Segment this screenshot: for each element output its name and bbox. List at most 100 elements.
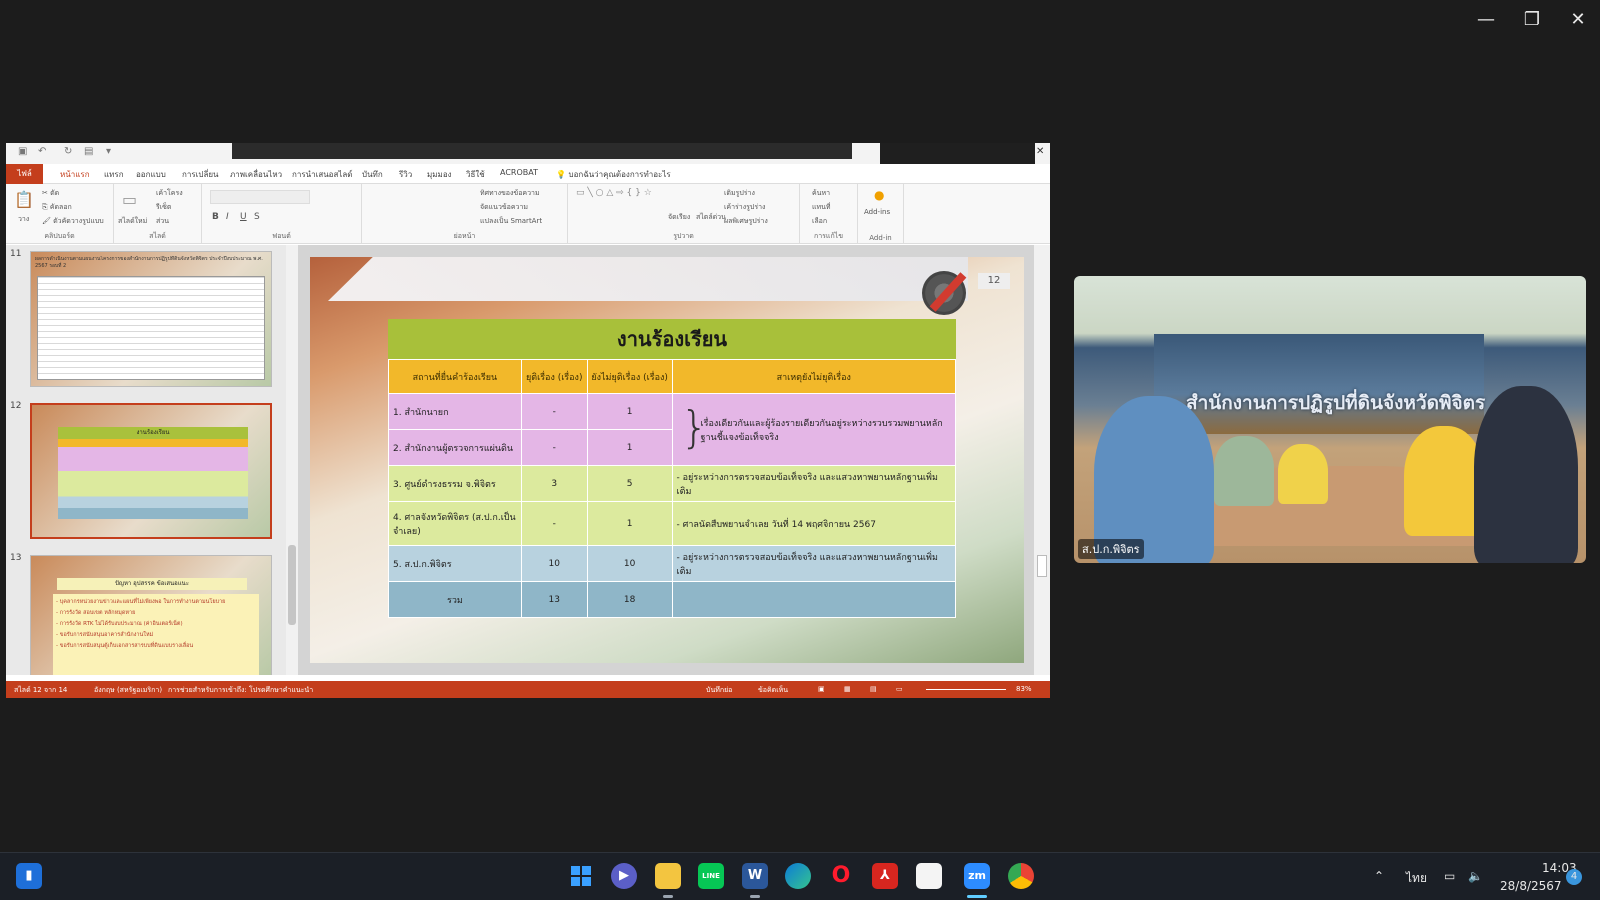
- copy-button[interactable]: ⎘ คัดลอก: [42, 202, 72, 213]
- group-editing: ค้นหา แทนที่ เลือก การแก้ไข: [800, 184, 858, 244]
- chrome-icon[interactable]: [1008, 863, 1034, 889]
- cell-merged-reason: } เรื่องเดียวกันและผู้ร้องรายเดียวกันอยู…: [671, 393, 957, 466]
- quick-styles-button[interactable]: สไตล์ด่วน: [696, 212, 726, 223]
- shape-fill-button[interactable]: เติมรูปร่าง: [724, 188, 755, 199]
- slide-scroll-thumb[interactable]: [1037, 555, 1047, 577]
- tab-transitions[interactable]: การเปลี่ยน: [182, 168, 219, 181]
- cell-pending: 5: [586, 465, 673, 502]
- notification-badge[interactable]: 4: [1566, 869, 1582, 885]
- shape-outline-button[interactable]: เค้าร่างรูปร่าง: [724, 202, 765, 213]
- undo-icon[interactable]: ↶: [38, 146, 46, 157]
- cut-button[interactable]: ✂ ตัด: [42, 188, 59, 199]
- cell-done: -: [520, 429, 588, 466]
- acrobat-icon[interactable]: ⅄: [872, 863, 898, 889]
- arrange-button[interactable]: จัดเรียง: [668, 212, 690, 223]
- start-presentation-icon[interactable]: ▤: [84, 146, 93, 157]
- language-indicator[interactable]: อังกฤษ (สหรัฐอเมริกา): [94, 685, 162, 696]
- paste-button[interactable]: 📋: [14, 190, 34, 209]
- addin-group-label: Add-in: [869, 234, 892, 242]
- qat-more-icon[interactable]: ▾: [106, 146, 111, 157]
- addins-icon[interactable]: ●: [874, 188, 884, 202]
- teams-chat-icon[interactable]: ▶: [611, 863, 637, 889]
- slideshow-icon[interactable]: ▭: [896, 685, 903, 693]
- thumbnail-scroll-thumb[interactable]: [288, 545, 296, 625]
- tab-view[interactable]: มุมมอง: [427, 168, 452, 181]
- accessibility-check[interactable]: การช่วยสำหรับการเข้าถึง: โปรดศึกษาคำแนะน…: [168, 685, 313, 696]
- layout-button[interactable]: เค้าโครง: [156, 188, 183, 199]
- minimize-button[interactable]: —: [1466, 8, 1506, 32]
- table-row: 4. ศาลจังหวัดพิจิตร (ส.ป.ก.เป็นจำเลย) - …: [388, 501, 957, 546]
- find-button[interactable]: ค้นหา: [812, 188, 830, 199]
- bold-button[interactable]: B: [212, 212, 219, 222]
- tab-record[interactable]: บันทึก: [362, 168, 383, 181]
- shapes-gallery[interactable]: ▭ ╲ ○ △ ⇨ { } ☆: [576, 188, 660, 222]
- tab-review[interactable]: รีวิว: [399, 168, 412, 181]
- volume-icon[interactable]: 🔈: [1468, 869, 1483, 883]
- save-icon[interactable]: ▣: [18, 146, 27, 157]
- notes-button[interactable]: บันทึกย่อ: [706, 685, 732, 696]
- word-icon[interactable]: W: [742, 863, 768, 889]
- font-name-box[interactable]: [210, 190, 310, 204]
- edge-icon[interactable]: [785, 863, 811, 889]
- zoom-icon[interactable]: zm: [964, 863, 990, 889]
- opera-icon[interactable]: O: [828, 863, 854, 889]
- widgets-icon[interactable]: ▮: [16, 863, 42, 889]
- ppt-close-icon[interactable]: ✕: [1036, 146, 1044, 157]
- slide-sorter-icon[interactable]: ▦: [844, 685, 851, 693]
- merged-reason-text: เรื่องเดียวกันและผู้ร้องรายเดียวกันอยู่ร…: [700, 418, 943, 443]
- participant-name: ส.ป.ก.พิจิตร: [1078, 539, 1144, 559]
- clock-date[interactable]: 28/8/2567: [1500, 879, 1562, 893]
- tab-design[interactable]: ออกแบบ: [136, 168, 166, 181]
- shadow-button[interactable]: S: [254, 212, 260, 222]
- tab-animations[interactable]: ภาพเคลื่อนไหว: [230, 168, 282, 181]
- slide-thumbnail-13[interactable]: ปัญหา อุปสรรค ข้อเสนอแนะ - บุคลากรหน่วยง…: [30, 555, 272, 675]
- shape-effects-button[interactable]: ผลพิเศษรูปร่าง: [724, 216, 768, 227]
- network-icon[interactable]: ▭: [1444, 869, 1455, 883]
- tab-help[interactable]: วิธีใช้: [466, 168, 485, 181]
- line-icon[interactable]: LINE: [698, 863, 724, 889]
- show-hidden-icons[interactable]: ⌃: [1374, 869, 1384, 883]
- cell-total-reason: [671, 581, 957, 618]
- tab-slideshow[interactable]: การนำเสนอสไลด์: [292, 168, 353, 181]
- participant-video[interactable]: สำนักงานการปฏิรูปที่ดินจังหวัดพิจิตร ส.ป…: [1074, 276, 1586, 563]
- close-button[interactable]: ✕: [1558, 8, 1598, 32]
- tell-me-search[interactable]: 💡 บอกฉันว่าคุณต้องการทำอะไร: [556, 168, 671, 181]
- format-painter-button[interactable]: 🖌 ตัวคัดวางรูปแบบ: [42, 216, 104, 227]
- ribbon: 📋 วาง ✂ ตัด ⎘ คัดลอก 🖌 ตัวคัดวางรูปแบบ ค…: [6, 184, 1050, 244]
- paragraph-group-label: ย่อหน้า: [453, 232, 476, 240]
- tab-acrobat[interactable]: ACROBAT: [500, 168, 538, 177]
- title-bar-occluded: [232, 143, 852, 159]
- reading-view-icon[interactable]: ▤: [870, 685, 877, 693]
- slide-thumbnail-pane: 11 ผลการดำเนินงานตามแผนงานโครงการของสำนั…: [6, 245, 298, 675]
- tab-file[interactable]: ไฟล์: [6, 164, 43, 184]
- replace-button[interactable]: แทนที่: [812, 202, 831, 213]
- addins-button[interactable]: Add-ins: [864, 208, 890, 216]
- normal-view-icon[interactable]: ▣: [818, 685, 825, 693]
- restore-button[interactable]: ❐: [1512, 8, 1552, 32]
- zoom-level[interactable]: 83%: [1016, 685, 1032, 693]
- quick-access-toolbar: ▣ ↶ ↻ ▤ ▾ ✕: [6, 143, 1050, 175]
- thumbnail-scrollbar[interactable]: [286, 245, 298, 675]
- input-language[interactable]: ไทย: [1406, 869, 1427, 888]
- file-explorer-icon[interactable]: [655, 863, 681, 889]
- redo-icon[interactable]: ↻: [64, 146, 72, 157]
- align-text-button[interactable]: จัดแนวข้อความ: [480, 202, 528, 213]
- slide-thumbnail-11[interactable]: ผลการดำเนินงานตามแผนงานโครงการของสำนักงา…: [30, 251, 272, 387]
- text-direction-button[interactable]: ทิศทางของข้อความ: [480, 188, 540, 199]
- section-button[interactable]: ส่วน: [156, 216, 169, 227]
- comments-button[interactable]: ข้อคิดเห็น: [758, 685, 788, 696]
- smartart-button[interactable]: แปลงเป็น SmartArt: [480, 216, 542, 227]
- slide-thumbnail-12[interactable]: งานร้องเรียน: [30, 403, 272, 539]
- underline-button[interactable]: U: [240, 212, 247, 222]
- tab-insert[interactable]: แทรก: [104, 168, 124, 181]
- slide-canvas: 12 งานร้องเรียน สถานที่ยื่นคำร้องเรียน ย…: [298, 245, 1034, 675]
- zoom-slider[interactable]: [926, 689, 1006, 690]
- reset-button[interactable]: รีเซ็ต: [156, 202, 171, 213]
- thumb-13-bullet: - ขอรับการสนับสนุนอาคารสำนักงานใหม่: [56, 632, 154, 638]
- slide-scrollbar[interactable]: [1034, 245, 1050, 675]
- new-slide-button[interactable]: ▭: [122, 190, 137, 209]
- notepad-icon[interactable]: [916, 863, 942, 889]
- italic-button[interactable]: I: [226, 212, 229, 222]
- start-icon[interactable]: [568, 863, 594, 889]
- select-button[interactable]: เลือก: [812, 216, 827, 227]
